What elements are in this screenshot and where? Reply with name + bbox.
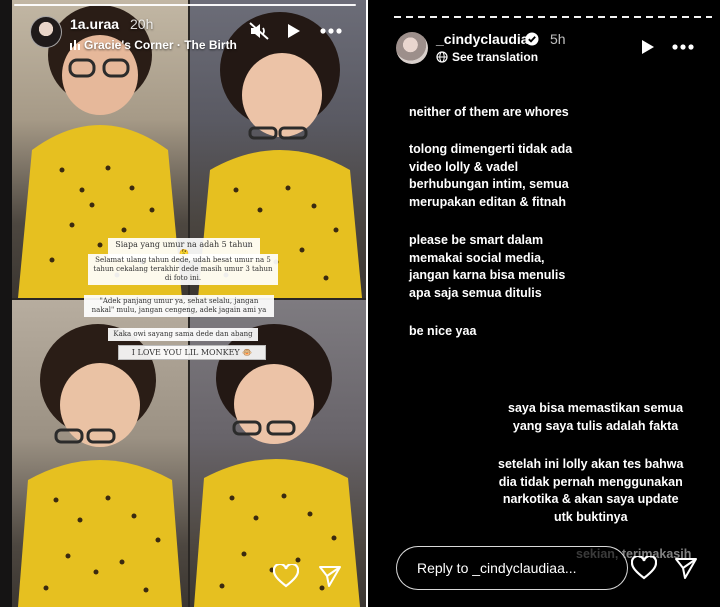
music-title: Gracie's Corner · The Birth (84, 38, 237, 52)
caption-overlay: Kaka owi sayang sama dede dan abang (108, 328, 258, 341)
more-options-button[interactable] (670, 36, 696, 58)
story-progress-bar (14, 4, 356, 6)
send-icon (675, 558, 697, 579)
story-header: 1a.uraa 20h Gracie's Corner · The Birth (30, 14, 360, 54)
story-edge (0, 0, 12, 607)
music-attribution[interactable]: Gracie's Corner · The Birth (70, 38, 237, 52)
like-button[interactable] (272, 562, 300, 590)
send-icon (319, 566, 341, 587)
reply-input[interactable]: Reply to _cindyclaudiaa... (396, 546, 628, 590)
more-dots-icon (320, 28, 342, 34)
story-text: tolong dimengerti tidak ada video lolly … (409, 142, 573, 209)
reply-placeholder: Reply to _cindyclaudiaa... (417, 560, 577, 576)
post-time: 5h (550, 31, 566, 47)
story-text: be nice yaa (409, 324, 477, 338)
avatar[interactable] (30, 16, 62, 48)
post-time: 20h (130, 16, 154, 32)
story-text: setelah ini lolly akan tes bahwa dia tid… (498, 457, 684, 524)
play-icon (642, 40, 654, 54)
mute-button[interactable] (248, 20, 270, 42)
avatar[interactable] (396, 32, 428, 64)
right-story[interactable]: _cindyclaudiaa 5h See translation neithe… (368, 0, 720, 607)
username[interactable]: _cindyclaudiaa (436, 31, 536, 47)
verified-badge-icon (525, 32, 539, 46)
globe-icon (436, 51, 448, 63)
story-text: saya bisa memastikan semua yang saya tul… (508, 401, 684, 433)
left-story[interactable]: 1a.uraa 20h Gracie's Corner · The Birth … (0, 0, 366, 607)
speaker-muted-icon (249, 22, 269, 40)
share-button[interactable] (316, 562, 344, 590)
play-button[interactable] (282, 20, 304, 42)
play-icon (288, 24, 300, 38)
caption-overlay: I LOVE YOU LIL MONKEY 🐵 (118, 345, 266, 360)
play-button[interactable] (636, 36, 658, 58)
heart-icon (631, 556, 657, 580)
username[interactable]: 1a.uraa (70, 16, 119, 32)
see-translation-link[interactable]: See translation (436, 50, 538, 64)
story-progress-bar (394, 16, 712, 18)
heart-icon (273, 564, 299, 588)
caption-overlay: "Adek panjang umur ya, sehat selalu, jan… (84, 295, 274, 317)
story-text: neither of them are whores (409, 105, 569, 119)
story-text: please be smart dalam memakai social med… (409, 233, 566, 300)
more-options-button[interactable] (318, 20, 344, 42)
more-dots-icon (672, 44, 694, 50)
like-button[interactable] (630, 554, 658, 582)
share-button[interactable] (672, 554, 700, 582)
music-bars-icon (70, 40, 80, 50)
caption-overlay: Selamat ulang tahun dede, udah besat umu… (88, 254, 278, 285)
see-translation-label: See translation (452, 50, 539, 64)
